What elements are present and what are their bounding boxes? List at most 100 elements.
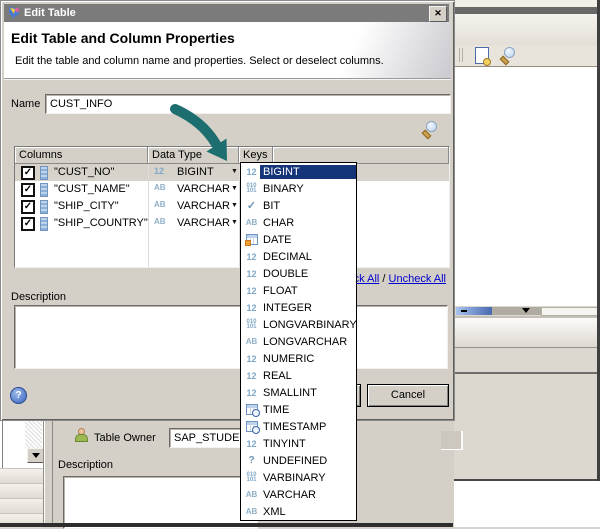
background-palette xyxy=(0,419,52,527)
grid-line xyxy=(148,164,149,267)
header-columns: Columns xyxy=(15,147,148,164)
panel-tab-gradient xyxy=(454,14,600,45)
dropdown-item[interactable]: 12 BIGINT xyxy=(241,163,356,180)
cancel-button[interactable]: Cancel xyxy=(367,384,449,407)
text-type-icon: AB xyxy=(246,490,258,499)
row-checkbox[interactable]: ✓ xyxy=(21,217,35,231)
preview-document-icon[interactable] xyxy=(475,47,489,64)
dropdown-item[interactable]: 12 DECIMAL xyxy=(241,248,356,265)
bg-description-label: Description xyxy=(58,459,113,471)
data-type-value[interactable]: VARCHAR xyxy=(177,200,230,212)
name-input[interactable]: CUST_INFO xyxy=(45,94,451,114)
help-icon[interactable]: ? xyxy=(10,387,27,404)
row-checkbox[interactable]: ✓ xyxy=(21,200,35,214)
search-icon[interactable] xyxy=(499,47,517,65)
combo-arrow-icon[interactable]: ▼ xyxy=(231,168,238,175)
row-checkbox[interactable]: ✓ xyxy=(21,166,35,180)
row-checkbox[interactable]: ✓ xyxy=(21,183,35,197)
filter-search-icon[interactable] xyxy=(421,121,439,139)
palette-strip[interactable] xyxy=(0,483,43,498)
binary-type-icon: 010101 xyxy=(246,184,256,194)
dropdown-item[interactable]: 12 NUMERIC xyxy=(241,350,356,367)
column-name: "CUST_NAME" xyxy=(54,183,130,195)
text-type-icon: AB xyxy=(154,183,166,192)
dropdown-item[interactable]: 010101 VARBINARY xyxy=(241,469,356,486)
dropdown-item[interactable]: AB LONGVARCHAR xyxy=(241,333,356,350)
dropdown-item[interactable]: 010101 LONGVARBINARY xyxy=(241,316,356,333)
combo-arrow-icon[interactable]: ▼ xyxy=(231,219,238,226)
minus-icon xyxy=(461,310,467,312)
binary-type-icon: 010101 xyxy=(246,320,256,330)
dropdown-item[interactable]: 12 SMALLINT xyxy=(241,384,356,401)
panel-toolbar xyxy=(454,45,600,66)
column-name: "SHIP_CITY" xyxy=(54,200,119,212)
table-row[interactable]: ✓ "CUST_NAME" AB VARCHAR ▼ xyxy=(15,181,449,198)
link-separator: / xyxy=(379,273,388,285)
table-owner-label: Table Owner xyxy=(94,432,156,444)
numeric-type-icon: 12 xyxy=(246,269,256,279)
dropdown-item[interactable]: 12 TINYINT xyxy=(241,435,356,452)
bg-description-textarea[interactable] xyxy=(63,476,258,529)
uncheck-all-link[interactable]: Uncheck All xyxy=(389,273,446,285)
window-bottom-border xyxy=(0,523,453,527)
bit-check-icon: ✓ xyxy=(247,199,256,212)
dialog-titlebar: Edit Table ✕ xyxy=(4,4,449,22)
numeric-type-icon: 12 xyxy=(246,371,256,381)
dropdown-item[interactable]: AB XML xyxy=(241,503,356,520)
numeric-type-icon: 12 xyxy=(246,303,256,313)
dropdown-item[interactable]: 12 REAL xyxy=(241,367,356,384)
text-type-icon: AB xyxy=(154,200,166,209)
panel-dark-band xyxy=(454,7,600,14)
dropdown-item[interactable]: DATE xyxy=(241,231,356,248)
table-row[interactable]: ✓ "CUST_NO" 12 BIGINT ▼ xyxy=(15,164,449,181)
column-name: "CUST_NO" xyxy=(54,166,114,178)
columns-table: Columns Data Type Keys ✓ "CUST_NO" 12 BI… xyxy=(14,146,450,268)
minimized-view-light-bar[interactable] xyxy=(541,307,599,316)
column-icon xyxy=(40,166,48,180)
dropdown-item[interactable]: 12 INTEGER xyxy=(241,299,356,316)
dropdown-item[interactable]: ? UNDEFINED xyxy=(241,452,356,469)
minimized-view-gray-bar[interactable] xyxy=(492,307,541,315)
panel-section-header xyxy=(454,318,600,348)
numeric-type-icon: 12 xyxy=(246,167,256,177)
dialog-banner: Edit Table and Column Properties Edit th… xyxy=(4,22,451,78)
column-icon xyxy=(40,183,48,197)
column-icon xyxy=(40,217,48,231)
dropdown-item[interactable]: TIMESTAMP xyxy=(241,418,356,435)
clipped-button-fragment xyxy=(441,431,463,450)
numeric-type-icon: 12 xyxy=(154,166,164,176)
combo-arrow-icon[interactable]: ▼ xyxy=(231,202,238,209)
edit-table-dialog: Edit Table ✕ Edit Table and Column Prope… xyxy=(0,0,455,421)
dropdown-item[interactable]: 010101 BINARY xyxy=(241,180,356,197)
dropdown-item[interactable]: TIME xyxy=(241,401,356,418)
dropdown-item[interactable]: AB VARCHAR xyxy=(241,486,356,503)
name-label: Name xyxy=(11,98,40,110)
banner-title: Edit Table and Column Properties xyxy=(11,30,235,46)
text-type-icon: AB xyxy=(246,337,258,346)
dropdown-item[interactable]: ✓ BIT xyxy=(241,197,356,214)
palette-hatch xyxy=(25,419,42,448)
data-type-value[interactable]: VARCHAR xyxy=(177,183,230,195)
binary-type-icon: 010101 xyxy=(246,473,256,483)
description-textarea[interactable] xyxy=(14,305,448,369)
dropdown-item[interactable]: AB CHAR xyxy=(241,214,356,231)
numeric-type-icon: 12 xyxy=(246,252,256,262)
table-owner-person-icon xyxy=(74,428,87,441)
palette-strip[interactable] xyxy=(0,468,43,483)
data-type-value[interactable]: VARCHAR xyxy=(177,217,230,229)
combo-arrow-icon[interactable]: ▼ xyxy=(231,185,238,192)
datetime-calendar-icon xyxy=(246,404,258,415)
close-icon[interactable]: ✕ xyxy=(429,6,447,22)
divider xyxy=(4,79,451,80)
data-type-value[interactable]: BIGINT xyxy=(177,166,214,178)
numeric-type-icon: 12 xyxy=(246,388,256,398)
text-type-icon: AB xyxy=(246,507,258,516)
dropdown-item[interactable]: 12 FLOAT xyxy=(241,282,356,299)
toolbar-drag-handle xyxy=(459,48,460,62)
table-row[interactable]: ✓ "SHIP_CITY" AB VARCHAR ▼ xyxy=(15,198,449,215)
minimized-view-blue-bar[interactable] xyxy=(456,307,492,315)
palette-expand-button[interactable] xyxy=(27,448,44,463)
dropdown-item[interactable]: 12 DOUBLE xyxy=(241,265,356,282)
palette-strip[interactable] xyxy=(0,498,43,513)
table-row[interactable]: ✓ "SHIP_COUNTRY" AB VARCHAR ▼ xyxy=(15,215,449,232)
